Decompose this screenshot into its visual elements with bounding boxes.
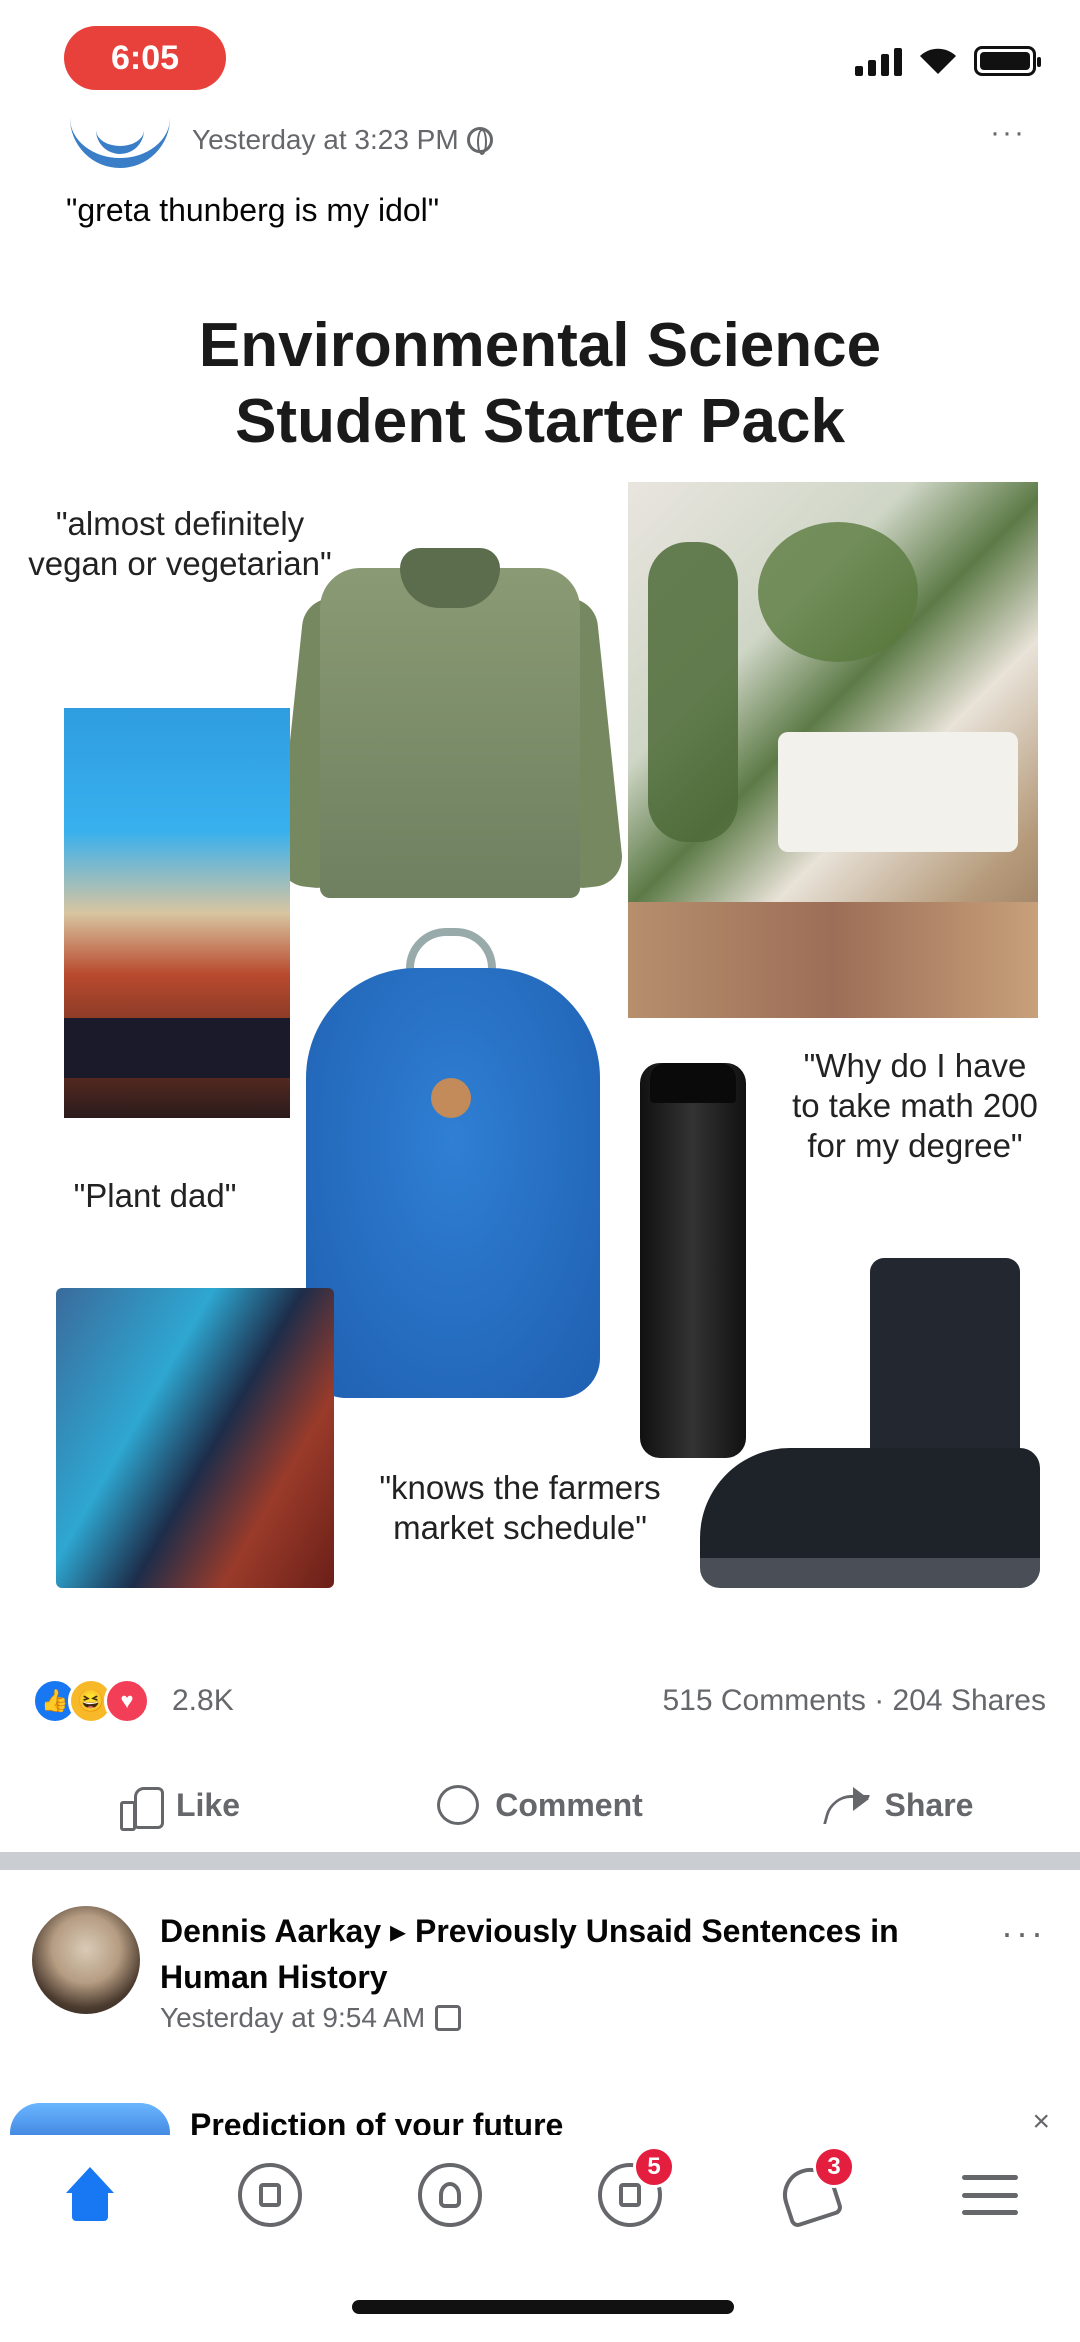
meme-title-line1: Environmental Science	[198, 311, 882, 380]
like-label: Like	[175, 1786, 241, 1823]
post-action-bar: Like Comment Share	[0, 1765, 1080, 1845]
reaction-count[interactable]: 2.8K	[172, 1684, 234, 1718]
avatar[interactable]	[32, 1906, 140, 2014]
meme-title-line2: Student Starter Pack	[235, 387, 845, 456]
book-cover-image	[64, 708, 290, 1118]
menu-icon	[962, 2175, 1018, 2215]
share-icon	[827, 1787, 869, 1823]
next-post-author[interactable]: Dennis Aarkay	[160, 1913, 381, 1949]
post-timestamp[interactable]: Yesterday at 3:23 PM	[192, 124, 493, 156]
globe-icon	[466, 127, 493, 155]
notifications-badge: 3	[813, 2146, 855, 2188]
tab-watch[interactable]	[215, 2140, 325, 2250]
comment-label: Comment	[495, 1786, 643, 1823]
profile-icon	[418, 2163, 482, 2227]
post-header: Yesterday at 3:23 PM ··· "greta thunberg…	[0, 100, 1080, 240]
share-label: Share	[884, 1786, 974, 1823]
wifi-icon	[920, 48, 956, 74]
watch-icon	[238, 2163, 302, 2227]
reactions-row: 👍 😆 ♥ 2.8K 515 Comments · 204 Shares	[0, 1670, 1080, 1730]
person-image	[56, 1288, 334, 1588]
signal-icon	[855, 46, 902, 76]
quote-farmers-market: "knows the farmers market schedule"	[379, 1469, 661, 1546]
meme-title: Environmental Science Student Starter Pa…	[0, 308, 1080, 460]
tab-menu[interactable]	[935, 2140, 1045, 2250]
status-time: 6:05	[64, 26, 226, 90]
quote-math: "Why do I have to take math 200 for my d…	[792, 1047, 1038, 1164]
next-post-arrow: ▸	[390, 1913, 407, 1949]
next-post-more-icon[interactable]: ···	[1001, 1912, 1046, 1954]
tab-home[interactable]	[35, 2140, 145, 2250]
next-post-title: Dennis Aarkay ▸ Previously Unsaid Senten…	[160, 1908, 990, 2000]
close-icon[interactable]: ×	[1032, 2105, 1050, 2139]
like-button[interactable]: Like	[0, 1765, 360, 1845]
backpack-image	[296, 928, 610, 1408]
post-timestamp-text: Yesterday at 3:23 PM	[192, 124, 459, 155]
group-logo[interactable]	[70, 108, 170, 168]
post-caption: "greta thunberg is my idol"	[66, 192, 440, 228]
group-privacy-icon	[435, 2005, 462, 2031]
status-icons	[855, 46, 1041, 76]
like-icon	[119, 1785, 164, 1831]
next-post-header: Dennis Aarkay ▸ Previously Unsaid Senten…	[0, 1870, 1080, 2100]
plant-room-image	[628, 482, 1038, 1018]
boot-image	[700, 1258, 1040, 1598]
tab-groups[interactable]: 5	[575, 2140, 685, 2250]
post-image[interactable]: Environmental Science Student Starter Pa…	[0, 268, 1080, 1618]
home-icon	[60, 2167, 120, 2223]
post-more-icon[interactable]: ···	[990, 116, 1026, 150]
home-indicator[interactable]	[352, 2300, 734, 2314]
feed-divider	[0, 1852, 1080, 1870]
jacket-image	[275, 528, 625, 908]
love-reaction-icon: ♥	[104, 1678, 150, 1724]
quote-plant-dad: "Plant dad"	[73, 1177, 237, 1214]
comment-icon	[437, 1785, 480, 1825]
tab-notifications[interactable]: 3	[755, 2140, 865, 2250]
comments-shares-count[interactable]: 515 Comments · 204 Shares	[662, 1684, 1046, 1718]
status-bar: 6:05	[0, 0, 1080, 110]
comment-button[interactable]: Comment	[360, 1765, 720, 1845]
next-post-timestamp[interactable]: Yesterday at 9:54 AM	[160, 2002, 462, 2034]
groups-badge: 5	[633, 2146, 675, 2188]
tab-profile[interactable]	[395, 2140, 505, 2250]
bottom-tab-bar: 5 3	[0, 2135, 1080, 2255]
reaction-icons[interactable]: 👍 😆 ♥	[32, 1678, 150, 1724]
next-post-timestamp-text: Yesterday at 9:54 AM	[160, 2002, 426, 2033]
share-button[interactable]: Share	[720, 1765, 1080, 1845]
battery-icon	[974, 46, 1041, 76]
